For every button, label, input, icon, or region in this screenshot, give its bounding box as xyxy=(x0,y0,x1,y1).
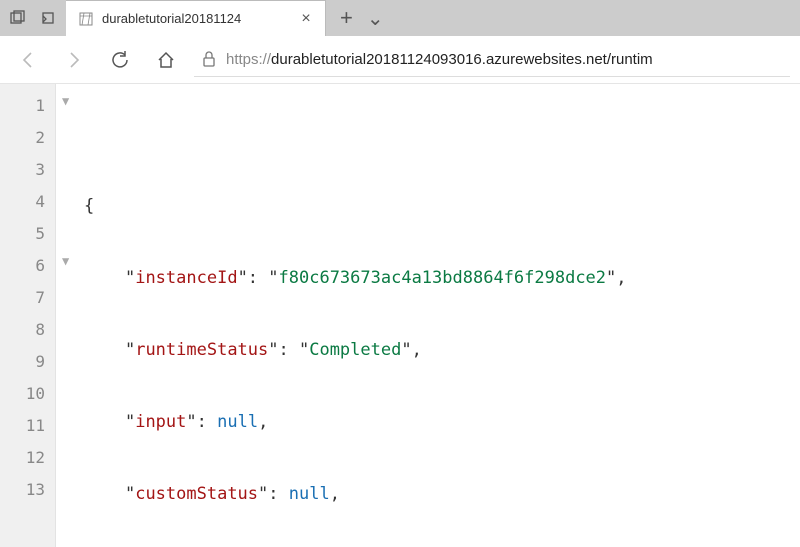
set-aside-icon[interactable] xyxy=(36,6,60,30)
tabs-preview-icon[interactable] xyxy=(6,6,30,30)
titlebar: durabletutorial20181124 × + ⌄ xyxy=(0,0,800,36)
line-number: 9 xyxy=(0,346,55,378)
url-text: https://durabletutorial20181124093016.az… xyxy=(226,51,790,68)
line-number: 8 xyxy=(0,314,55,346)
line-number: 5 xyxy=(0,218,55,250)
code-area[interactable]: ▼ ▼ { "instanceId": "f80c673673ac4a13bd8… xyxy=(56,84,800,547)
back-button[interactable] xyxy=(10,42,46,78)
fold-toggle-icon[interactable]: ▼ xyxy=(62,94,69,108)
fold-toggle-icon[interactable]: ▼ xyxy=(62,254,69,268)
json-viewer: 12345678910111213 ▼ ▼ { "instanceId": "f… xyxy=(0,84,800,547)
forward-button[interactable] xyxy=(56,42,92,78)
home-button[interactable] xyxy=(148,42,184,78)
line-number: 6 xyxy=(0,250,55,282)
new-tab-button[interactable]: + xyxy=(340,5,353,31)
page-favicon xyxy=(78,11,94,27)
code-line: "customStatus": null, xyxy=(84,478,800,510)
line-gutter: 12345678910111213 xyxy=(0,84,56,547)
browser-tab[interactable]: durabletutorial20181124 × xyxy=(66,0,326,36)
line-number: 3 xyxy=(0,154,55,186)
code-line: "instanceId": "f80c673673ac4a13bd8864f6f… xyxy=(84,262,800,294)
code-line: { xyxy=(84,190,800,222)
line-number: 1 xyxy=(0,90,55,122)
line-number: 12 xyxy=(0,442,55,474)
tab-close-button[interactable]: × xyxy=(297,10,315,28)
window-buttons xyxy=(0,0,66,36)
navbar: https://durabletutorial20181124093016.az… xyxy=(0,36,800,84)
line-number: 2 xyxy=(0,122,55,154)
line-number: 11 xyxy=(0,410,55,442)
line-number: 13 xyxy=(0,474,55,506)
tabstrip-actions: + ⌄ xyxy=(326,0,384,36)
tab-dropdown-icon[interactable]: ⌄ xyxy=(367,6,384,31)
line-number: 10 xyxy=(0,378,55,410)
code-line: "input": null, xyxy=(84,406,800,438)
line-number: 4 xyxy=(0,186,55,218)
address-bar[interactable]: https://durabletutorial20181124093016.az… xyxy=(194,43,790,77)
fold-column: ▼ ▼ xyxy=(56,84,82,547)
line-number: 7 xyxy=(0,282,55,314)
code-line: "runtimeStatus": "Completed", xyxy=(84,334,800,366)
code-lines: { "instanceId": "f80c673673ac4a13bd8864f… xyxy=(84,150,800,547)
refresh-button[interactable] xyxy=(102,42,138,78)
tab-title: durabletutorial20181124 xyxy=(102,11,289,26)
lock-icon xyxy=(202,51,216,67)
